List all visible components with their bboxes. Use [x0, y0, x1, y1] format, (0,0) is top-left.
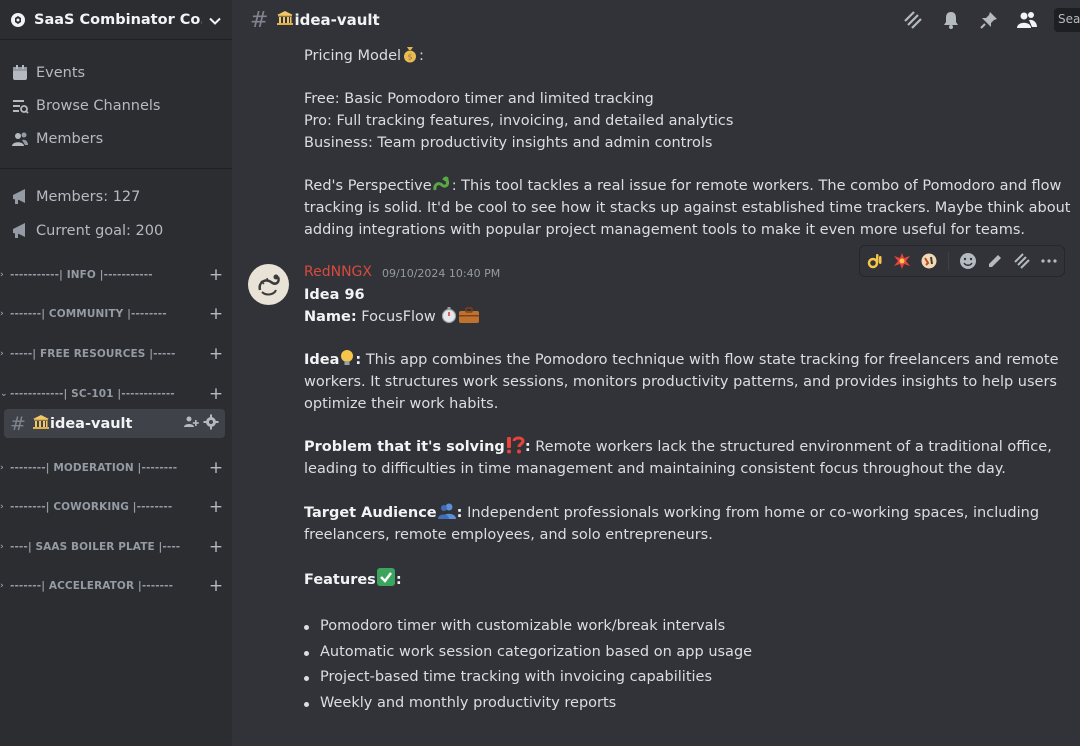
create-thread-icon[interactable]	[1011, 250, 1032, 272]
pricing-line-pro: Pro: Full tracking features, invoicing, …	[304, 113, 734, 129]
server-name: SaaS Combinator Co...	[34, 11, 202, 28]
chevron-right-icon: ›	[0, 581, 4, 591]
sidebar-divider	[0, 168, 232, 169]
stat-members[interactable]: Members: 127	[10, 183, 140, 211]
add-channel-icon[interactable]: +	[208, 265, 224, 285]
stat-current-goal[interactable]: Current goal: 200	[10, 217, 163, 245]
more-options-icon[interactable]	[1039, 250, 1060, 272]
message-timestamp: 09/10/2024 10:40 PM	[382, 267, 501, 280]
category-community[interactable]: › -------| COMMUNITY |-------- +	[0, 304, 224, 324]
chevron-right-icon: ›	[0, 309, 4, 319]
threads-icon[interactable]	[902, 9, 924, 31]
hash-icon: #	[10, 412, 26, 435]
idea-number: Idea 96	[304, 287, 365, 303]
server-boost-icon	[10, 12, 26, 28]
category-saas-boiler-plate[interactable]: › ----| SAAS BOILER PLATE |---- +	[0, 537, 224, 557]
add-channel-icon[interactable]: +	[208, 384, 224, 404]
pricing-line-free: Free: Basic Pomodoro timer and limited t…	[304, 91, 654, 107]
nav-browse-channels[interactable]: Browse Channels	[10, 92, 161, 120]
stopwatch-icon	[440, 306, 458, 331]
problem-line-2: leading to difficulties in time manageme…	[304, 461, 1006, 477]
svg-text:$: $	[407, 53, 412, 62]
channel-sidebar: SaaS Combinator Co... Events Browse Chan…	[0, 0, 232, 746]
classical-building-icon	[276, 10, 294, 30]
category-moderation[interactable]: › --------| MODERATION |-------- +	[0, 458, 224, 478]
list-item: Project-based time tracking with invoici…	[304, 665, 752, 691]
category-free-resources[interactable]: › -----| FREE RESOURCES |----- +	[0, 344, 224, 364]
nav-events-label: Events	[36, 65, 86, 81]
header-toolbar: Sea	[902, 0, 1080, 40]
chevron-right-icon: ›	[0, 270, 4, 280]
actions-separator	[947, 252, 949, 270]
classical-building-icon	[32, 414, 50, 434]
chevron-right-icon: ›	[0, 542, 4, 552]
money-bag-icon: $	[401, 45, 419, 70]
add-channel-icon[interactable]: +	[208, 537, 224, 557]
nav-browse-channels-label: Browse Channels	[36, 98, 161, 114]
briefcase-icon	[458, 306, 480, 331]
add-channel-icon[interactable]: +	[208, 304, 224, 324]
perspective-line-2: tracking is solid. It'd be cool to see h…	[304, 200, 1071, 216]
calendar-icon	[10, 63, 30, 83]
member-list-icon[interactable]	[1016, 9, 1038, 31]
category-sc-101[interactable]: ⌄ ------------| SC-101 |------------ +	[0, 384, 224, 404]
nav-events[interactable]: Events	[10, 59, 85, 87]
stat-current-goal-label: Current goal: 200	[36, 223, 164, 239]
pin-icon[interactable]	[978, 9, 1000, 31]
audience-line-2: freelancers, remote employees, and solo …	[304, 527, 713, 543]
stat-members-label: Members: 127	[36, 189, 141, 205]
message-author[interactable]: RedNNGX	[304, 264, 372, 280]
channel-idea-vault[interactable]: # idea-vault	[4, 409, 225, 438]
add-channel-icon[interactable]: +	[208, 576, 224, 596]
category-coworking[interactable]: › --------| COWORKING |-------- +	[0, 497, 224, 517]
chevron-right-icon: ›	[0, 463, 4, 473]
pricing-heading-line: Pricing Model $:	[304, 45, 424, 70]
search-input[interactable]: Sea	[1054, 8, 1080, 32]
list-item: Automatic work session categorization ba…	[304, 640, 752, 666]
category-info[interactable]: › -----------| INFO |----------- +	[0, 265, 224, 285]
idea-line-2: workers. It structures work sessions, mo…	[304, 374, 1057, 390]
category-accelerator[interactable]: › -------| ACCELERATOR |------- +	[0, 576, 224, 596]
pricing-line-business: Business: Team productivity insights and…	[304, 135, 713, 151]
idea-line-3: optimize their work habits.	[304, 396, 499, 412]
browse-channels-icon	[10, 96, 30, 116]
check-mark-icon	[376, 567, 396, 594]
bell-icon[interactable]	[940, 9, 962, 31]
chevron-down-icon[interactable]	[208, 13, 222, 27]
hash-icon: #	[250, 7, 269, 33]
ok-hand-reaction-icon[interactable]	[864, 250, 885, 272]
list-item: Weekly and monthly productivity reports	[304, 691, 752, 717]
custom-emoji-reaction-icon[interactable]	[919, 250, 940, 272]
nav-members[interactable]: Members	[10, 125, 103, 153]
server-header[interactable]: SaaS Combinator Co...	[0, 0, 232, 40]
features-heading: Features:	[304, 567, 402, 594]
chevron-right-icon: ›	[0, 502, 4, 512]
add-channel-icon[interactable]: +	[208, 344, 224, 364]
features-list: Pomodoro timer with customizable work/br…	[304, 614, 752, 716]
edit-pencil-icon[interactable]	[984, 250, 1005, 272]
megaphone-icon	[10, 221, 30, 241]
gear-icon[interactable]	[203, 414, 219, 434]
megaphone-icon	[10, 187, 30, 207]
message-actions-bar	[859, 245, 1065, 277]
channel-title: idea-vault	[294, 11, 380, 29]
nav-members-label: Members	[36, 131, 104, 147]
add-reaction-icon[interactable]	[957, 250, 978, 272]
collision-reaction-icon[interactable]	[891, 250, 912, 272]
avatar[interactable]	[248, 264, 289, 305]
chevron-right-icon: ›	[0, 349, 4, 359]
idea-name-line: Name: FocusFlow	[304, 306, 480, 331]
perspective-line-3: adding integrations with popular project…	[304, 222, 1025, 238]
list-item: Pomodoro timer with customizable work/br…	[304, 614, 752, 640]
chevron-down-icon: ⌄	[0, 389, 8, 399]
add-channel-icon[interactable]: +	[208, 458, 224, 478]
channel-idea-vault-label: idea-vault	[50, 415, 133, 432]
add-channel-icon[interactable]: +	[208, 497, 224, 517]
create-invite-icon[interactable]	[183, 414, 199, 434]
members-icon	[10, 129, 30, 149]
